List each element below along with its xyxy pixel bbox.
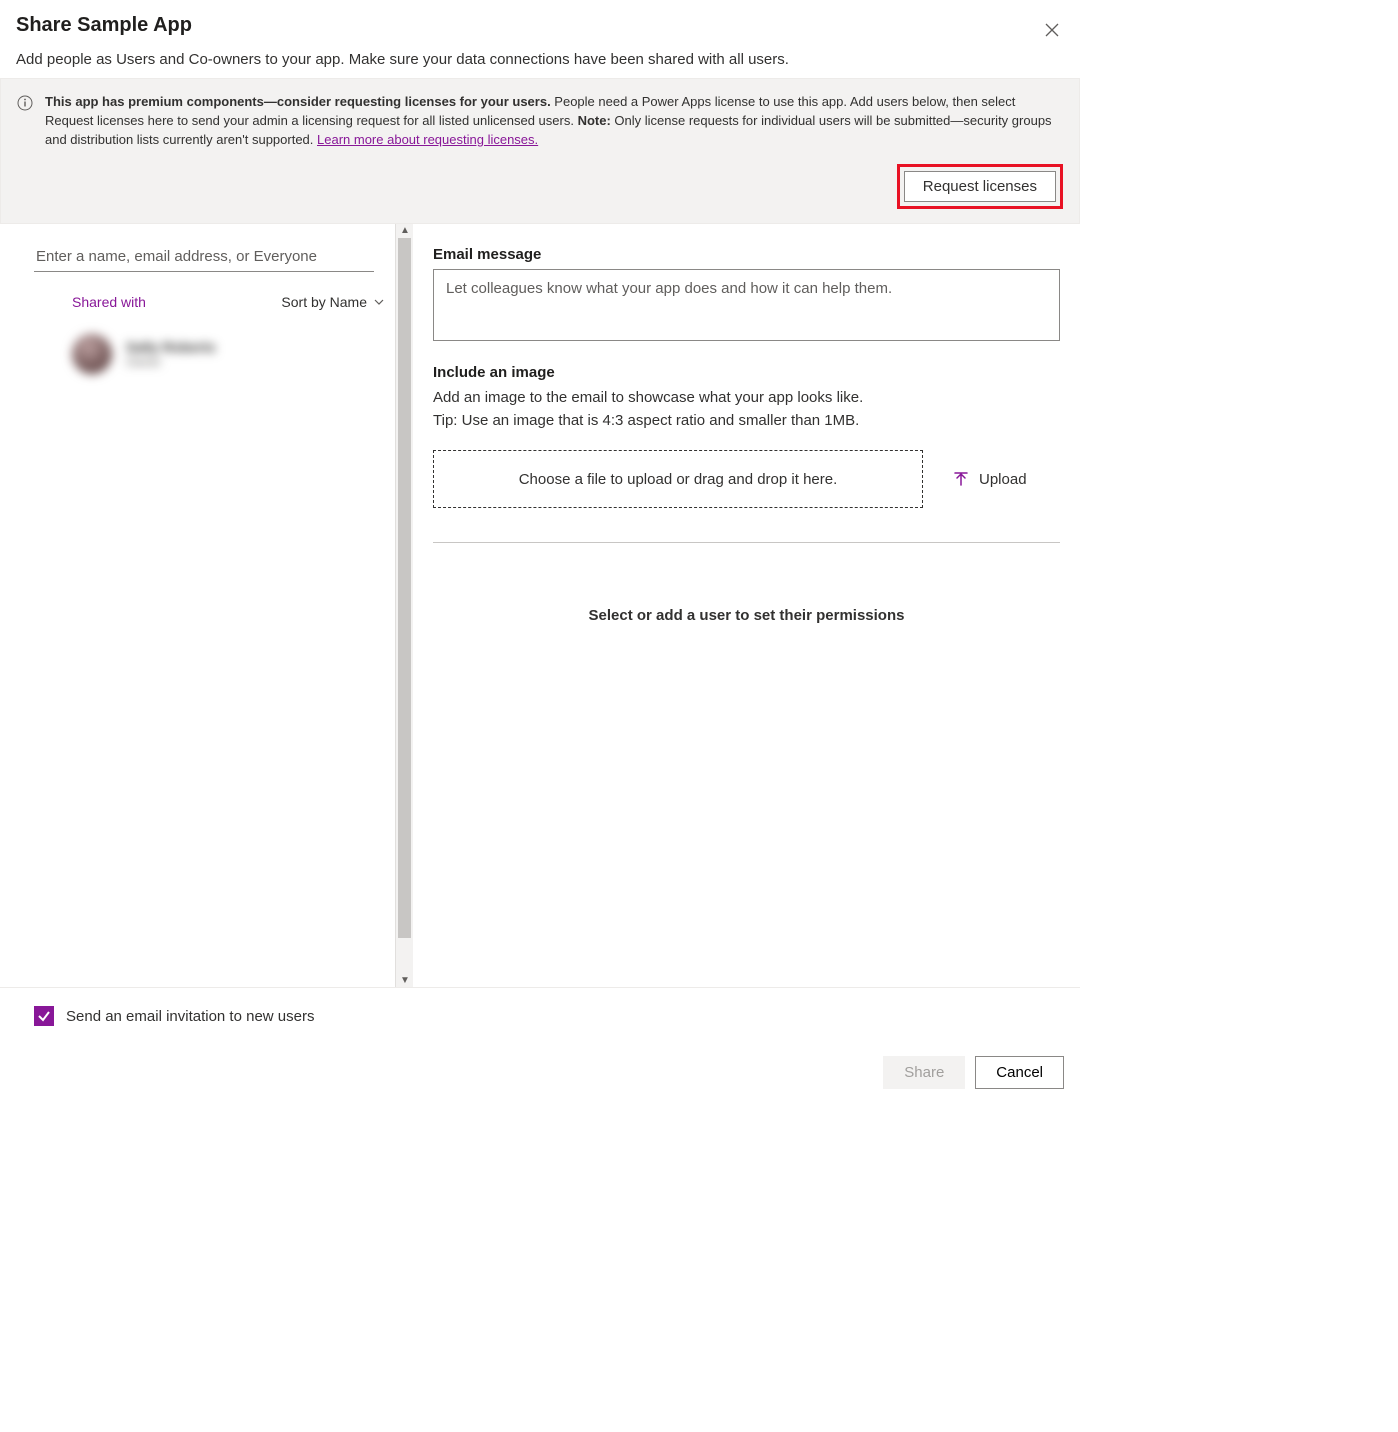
- sort-label: Sort by Name: [281, 294, 367, 310]
- upload-arrow-icon: [953, 471, 969, 487]
- cancel-button[interactable]: Cancel: [975, 1056, 1064, 1089]
- avatar: [72, 334, 112, 374]
- info-icon: [17, 95, 33, 111]
- request-licenses-button[interactable]: Request licenses: [904, 171, 1056, 202]
- email-message-input[interactable]: [433, 269, 1060, 341]
- shared-user-row[interactable]: Sally Roberts Owner: [72, 334, 393, 374]
- user-name: Sally Roberts: [126, 339, 215, 355]
- permissions-prompt: Select or add a user to set their permis…: [433, 607, 1060, 624]
- upload-button[interactable]: Upload: [953, 471, 1027, 488]
- close-icon: [1045, 23, 1059, 37]
- scroll-down-icon[interactable]: ▼: [396, 973, 414, 987]
- image-help-1: Add an image to the email to showcase wh…: [433, 387, 1060, 409]
- notice-text: This app has premium components—consider…: [45, 93, 1063, 150]
- dialog-title: Share Sample App: [16, 14, 1064, 37]
- user-role: Owner: [126, 355, 215, 369]
- learn-more-link[interactable]: Learn more about requesting licenses.: [317, 132, 538, 147]
- chevron-down-icon: [373, 296, 385, 308]
- left-scrollbar[interactable]: ▲ ▼: [395, 224, 413, 987]
- notice-note-label: Note:: [578, 113, 611, 128]
- license-notice: This app has premium components—consider…: [0, 78, 1080, 224]
- people-search-input[interactable]: [34, 242, 374, 272]
- send-email-label[interactable]: Send an email invitation to new users: [66, 1008, 314, 1025]
- email-message-label: Email message: [433, 246, 1060, 263]
- email-invite-row: Send an email invitation to new users: [0, 988, 1080, 1044]
- include-image-label: Include an image: [433, 364, 1060, 381]
- send-email-checkbox[interactable]: [34, 1006, 54, 1026]
- shared-with-label: Shared with: [72, 294, 146, 310]
- share-button: Share: [883, 1056, 965, 1089]
- check-icon: [37, 1009, 51, 1023]
- scroll-up-icon[interactable]: ▲: [396, 224, 414, 238]
- upload-label: Upload: [979, 471, 1027, 488]
- separator: [433, 542, 1060, 543]
- request-licenses-highlight: Request licenses: [897, 164, 1063, 209]
- image-dropzone[interactable]: Choose a file to upload or drag and drop…: [433, 450, 923, 508]
- right-pane: Email message Include an image Add an im…: [413, 224, 1080, 987]
- scrollbar-thumb[interactable]: [398, 238, 411, 938]
- notice-lead: This app has premium components—consider…: [45, 94, 551, 109]
- dialog-subtitle: Add people as Users and Co-owners to you…: [0, 51, 1080, 78]
- close-button[interactable]: [1036, 14, 1068, 46]
- sort-control[interactable]: Sort by Name: [281, 294, 385, 310]
- left-pane: Shared with Sort by Name Sally Roberts O…: [0, 224, 413, 987]
- image-help-2: Tip: Use an image that is 4:3 aspect rat…: [433, 410, 1060, 432]
